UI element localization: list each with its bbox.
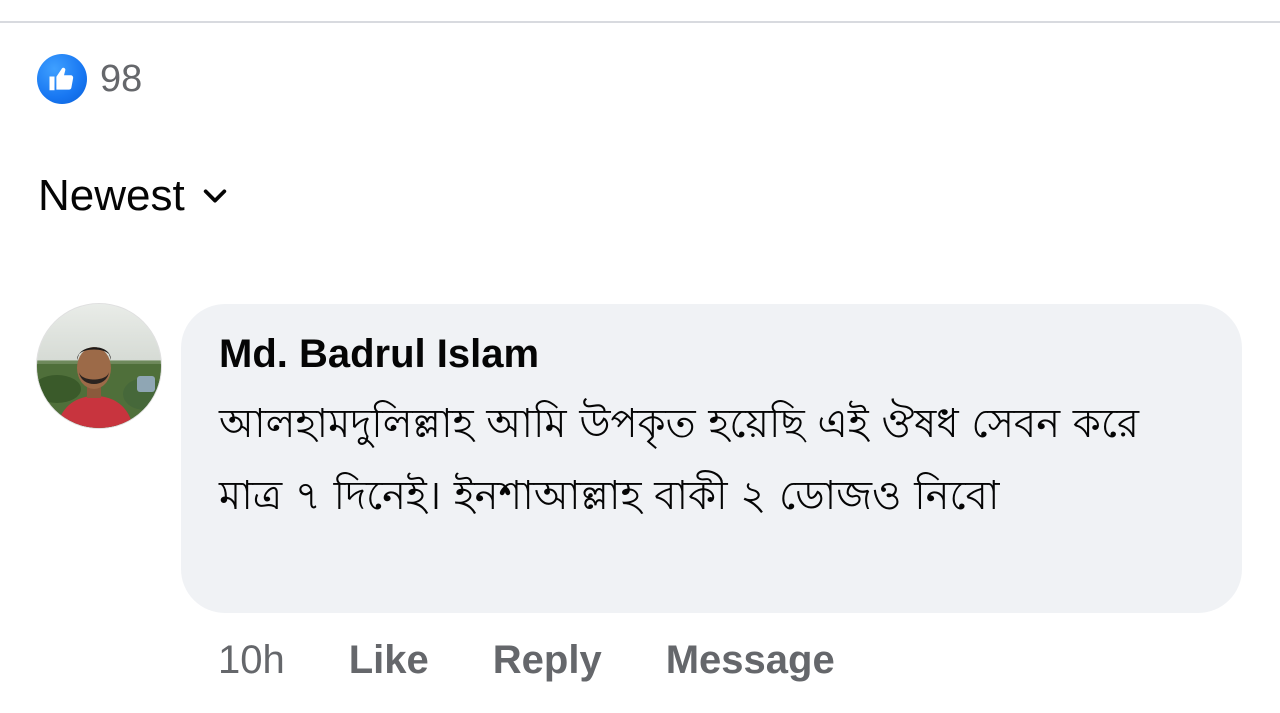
like-icon [37, 54, 87, 104]
reaction-summary[interactable]: 98 [37, 54, 142, 104]
comment-timestamp[interactable]: 10h [218, 640, 285, 680]
sort-label: Newest [38, 171, 185, 220]
comment-section: 98 Newest Md. Badrul Islam আলহামদুলিল্লা… [0, 0, 1280, 713]
comment-sort-dropdown[interactable]: Newest [38, 174, 229, 218]
chevron-down-icon [203, 189, 226, 203]
avatar[interactable] [37, 304, 161, 428]
divider [0, 21, 1280, 23]
message-button[interactable]: Message [666, 640, 835, 680]
comment-text: আলহামদুলিল্লাহ আমি উপকৃত হয়েছি এই ঔষধ স… [219, 401, 1139, 519]
comment-actions: 10h Like Reply Message [218, 640, 899, 680]
reply-button[interactable]: Reply [493, 640, 602, 680]
comment-author[interactable]: Md. Badrul Islam [219, 334, 539, 374]
reaction-count: 98 [100, 58, 143, 100]
comment-bubble: Md. Badrul Islam আলহামদুলিল্লাহ আমি উপকৃ… [181, 304, 1242, 613]
like-button[interactable]: Like [349, 640, 429, 680]
